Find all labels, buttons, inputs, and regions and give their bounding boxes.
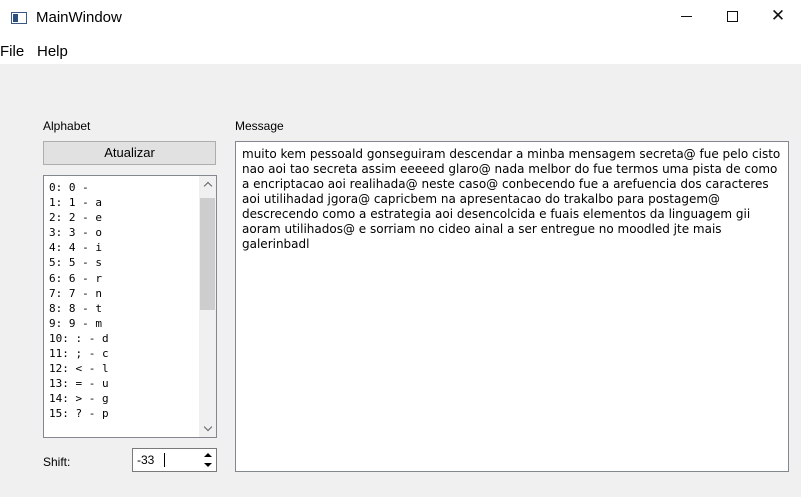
list-item[interactable]: 1: 1 - a bbox=[49, 195, 194, 210]
list-item[interactable]: 11: ; - c bbox=[49, 346, 194, 361]
spin-buttons bbox=[201, 450, 215, 470]
list-item[interactable]: 14: > - g bbox=[49, 391, 194, 406]
list-item[interactable]: 3: 3 - o bbox=[49, 225, 194, 240]
maximize-icon bbox=[726, 10, 738, 22]
update-button[interactable]: Atualizar bbox=[43, 141, 216, 165]
message-textarea[interactable]: muito kem pessoald gonseguiram descendar… bbox=[235, 141, 789, 472]
window-title: MainWindow bbox=[36, 9, 122, 26]
list-item[interactable]: 4: 4 - i bbox=[49, 240, 194, 255]
shift-label: Shift: bbox=[43, 455, 71, 469]
chevron-down-icon bbox=[203, 422, 212, 432]
title-bar[interactable]: MainWindow ✕ bbox=[0, 0, 801, 37]
list-item[interactable]: 5: 5 - s bbox=[49, 255, 194, 270]
message-label: Message bbox=[235, 119, 284, 133]
minimize-icon bbox=[680, 15, 692, 17]
menu-help[interactable]: Help bbox=[37, 43, 68, 60]
list-item[interactable]: 9: 9 - m bbox=[49, 316, 194, 331]
spin-up-button[interactable] bbox=[201, 450, 215, 460]
list-item[interactable]: 2: 2 - e bbox=[49, 210, 194, 225]
list-item[interactable]: 13: = - u bbox=[49, 376, 194, 391]
list-item[interactable]: 10: : - d bbox=[49, 331, 194, 346]
close-icon: ✕ bbox=[770, 6, 786, 26]
list-item[interactable]: 15: ? - p bbox=[49, 406, 194, 421]
list-item[interactable]: 6: 6 - r bbox=[49, 271, 194, 286]
triangle-up-icon bbox=[204, 453, 212, 457]
shift-spinbox[interactable] bbox=[132, 448, 217, 472]
menu-bar: File Help bbox=[0, 37, 801, 64]
alphabet-list[interactable]: 0: 0 -1: 1 - a 2: 2 - e 3: 3 - o 4: 4 - i 5:… bbox=[43, 175, 217, 438]
list-item[interactable]: 0: 0 - bbox=[49, 180, 194, 195]
text-caret bbox=[164, 453, 165, 467]
alphabet-list-scrollbar[interactable] bbox=[199, 176, 216, 437]
spin-down-button[interactable] bbox=[201, 460, 215, 470]
triangle-down-icon bbox=[204, 463, 212, 467]
window-app-icon bbox=[11, 12, 27, 24]
chevron-up-icon bbox=[203, 181, 212, 191]
scroll-down-button[interactable] bbox=[199, 420, 216, 437]
maximize-button[interactable] bbox=[709, 0, 755, 32]
scroll-thumb[interactable] bbox=[200, 198, 215, 310]
list-item[interactable]: 12: < - l bbox=[49, 361, 194, 376]
close-button[interactable]: ✕ bbox=[755, 0, 801, 32]
alphabet-list-items: 0: 0 -1: 1 - a 2: 2 - e 3: 3 - o 4: 4 - i 5:… bbox=[49, 180, 194, 422]
alphabet-label: Alphabet bbox=[43, 119, 91, 133]
minimize-button[interactable] bbox=[663, 0, 709, 32]
list-item[interactable]: 7: 7 - n bbox=[49, 286, 194, 301]
list-item[interactable]: 8: 8 - t bbox=[49, 301, 194, 316]
menu-file[interactable]: File bbox=[0, 43, 24, 60]
scroll-up-button[interactable] bbox=[199, 176, 216, 193]
